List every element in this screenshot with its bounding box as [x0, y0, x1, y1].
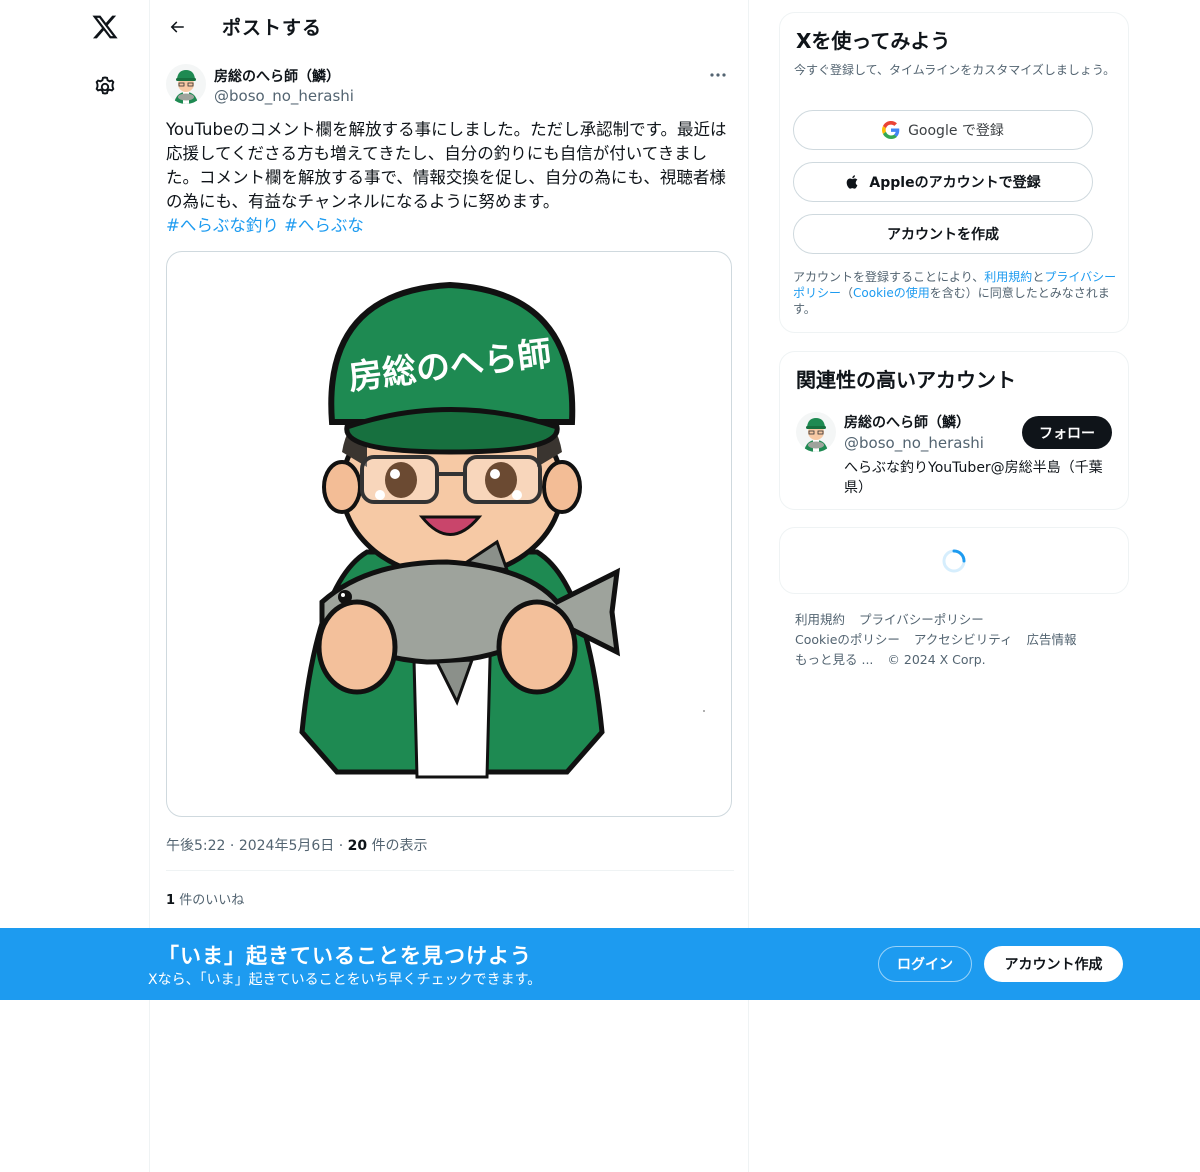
related-account-handle[interactable]: @boso_no_herashi [844, 434, 984, 452]
apple-signup-label: Appleのアカウントで登録 [869, 175, 1041, 191]
post-author: 房総のへら師（鱗） @boso_no_herashi [166, 62, 736, 108]
views-label: 件の表示 [371, 838, 428, 854]
post-meta: 午後5:22 · 2024年5月6日 · 20 件の表示 [166, 835, 428, 855]
signup-title: Xを使ってみよう [796, 29, 951, 53]
apple-signup-button[interactable]: Appleのアカウントで登録 [793, 162, 1093, 202]
footer-accessibility-link[interactable]: アクセシビリティ [914, 632, 1013, 647]
post-time[interactable]: 午後5:22 [166, 838, 225, 854]
create-account-button[interactable]: アカウントを作成 [793, 214, 1093, 254]
likes-count: 1 [166, 893, 176, 908]
footer-terms-link[interactable]: 利用規約 [795, 612, 845, 627]
footer-cookie-link[interactable]: Cookieのポリシー [795, 632, 900, 647]
signup-card: Xを使ってみよう 今すぐ登録して、タイムラインをカスタマイズしましょう。 Goo… [779, 12, 1129, 333]
terms-link[interactable]: 利用規約 [984, 270, 1032, 284]
apple-icon [847, 175, 858, 189]
post-body: YouTubeのコメント欄を解放する事にしました。ただし承認制です。最近は応援し… [166, 120, 727, 211]
related-title: 関連性の高いアカウント [796, 368, 1016, 392]
signup-subtitle: 今すぐ登録して、タイムラインをカスタマイズしましょう。 [794, 63, 1116, 77]
cookie-link[interactable]: Cookieの使用 [853, 286, 930, 300]
google-signup-button[interactable]: Google で登録 [793, 110, 1093, 150]
terms-and: と [1032, 270, 1045, 284]
loading-spinner-icon [942, 549, 966, 573]
related-accounts-card: 関連性の高いアカウント 房総のへら師（鱗） @boso_no_herashi へ… [779, 351, 1129, 510]
meta-separator: · [338, 838, 344, 854]
footer-privacy-link[interactable]: プライバシーポリシー [859, 612, 984, 627]
likes-summary[interactable]: 1 件のいいね [166, 889, 244, 908]
login-prompt-bar: 「いま」起きていることを見つけよう Xなら、「いま」起きていることをいち早くチェ… [0, 928, 1200, 1000]
footer-ads-link[interactable]: 広告情報 [1027, 632, 1077, 647]
post-image[interactable]: 房総のへら師 [166, 251, 732, 817]
views-count: 20 [347, 838, 368, 854]
footer-links: 利用規約 プライバシーポリシー Cookieのポリシー アクセシビリティ 広告情… [795, 610, 1125, 670]
hashtag-link[interactable]: #へらぶな釣り [166, 216, 279, 235]
gear-icon[interactable] [86, 68, 124, 106]
divider [166, 870, 734, 871]
follow-button[interactable]: フォロー [1022, 416, 1112, 449]
terms-prefix: アカウントを登録することにより、 [793, 270, 985, 284]
terms-paren: （ [841, 286, 854, 300]
likes-label: 件のいいね [179, 893, 245, 908]
hashtag-link[interactable]: #へらぶな [284, 216, 364, 235]
meta-separator: · [229, 838, 235, 854]
footer-more-link[interactable]: もっと見る ... [795, 652, 873, 667]
bottom-bar-subtitle: Xなら、「いま」起きていることをいち早くチェックできます。 [148, 972, 542, 988]
trends-loading-card [779, 527, 1129, 594]
back-arrow-icon[interactable] [160, 10, 194, 44]
post-date[interactable]: 2024年5月6日 [239, 838, 334, 854]
author-name[interactable]: 房総のへら師（鱗） [214, 66, 340, 86]
signup-button[interactable]: アカウント作成 [984, 946, 1123, 982]
avatar[interactable] [796, 412, 836, 452]
create-account-label: アカウントを作成 [887, 227, 999, 243]
related-account-bio: へらぶな釣りYouTuber@房総半島（千葉県） [844, 460, 1103, 496]
more-options-icon[interactable] [702, 62, 734, 88]
header: ポストする [150, 0, 749, 54]
terms-notice: アカウントを登録することにより、利用規約とプライバシーポリシー（Cookieの使… [793, 269, 1119, 317]
page-title: ポストする [222, 17, 323, 39]
google-icon [882, 121, 900, 139]
copyright: © 2024 X Corp. [887, 652, 986, 667]
author-handle[interactable]: @boso_no_herashi [214, 87, 354, 105]
post-text: YouTubeのコメント欄を解放する事にしました。ただし承認制です。最近は応援し… [166, 118, 734, 238]
login-button[interactable]: ログイン [878, 946, 972, 982]
google-signup-label: Google で登録 [908, 123, 1004, 139]
x-logo-icon[interactable] [86, 8, 124, 46]
related-account-name[interactable]: 房総のへら師（鱗） [844, 412, 970, 432]
bottom-bar-title: 「いま」起きていることを見つけよう [158, 944, 532, 968]
avatar[interactable] [166, 64, 206, 104]
